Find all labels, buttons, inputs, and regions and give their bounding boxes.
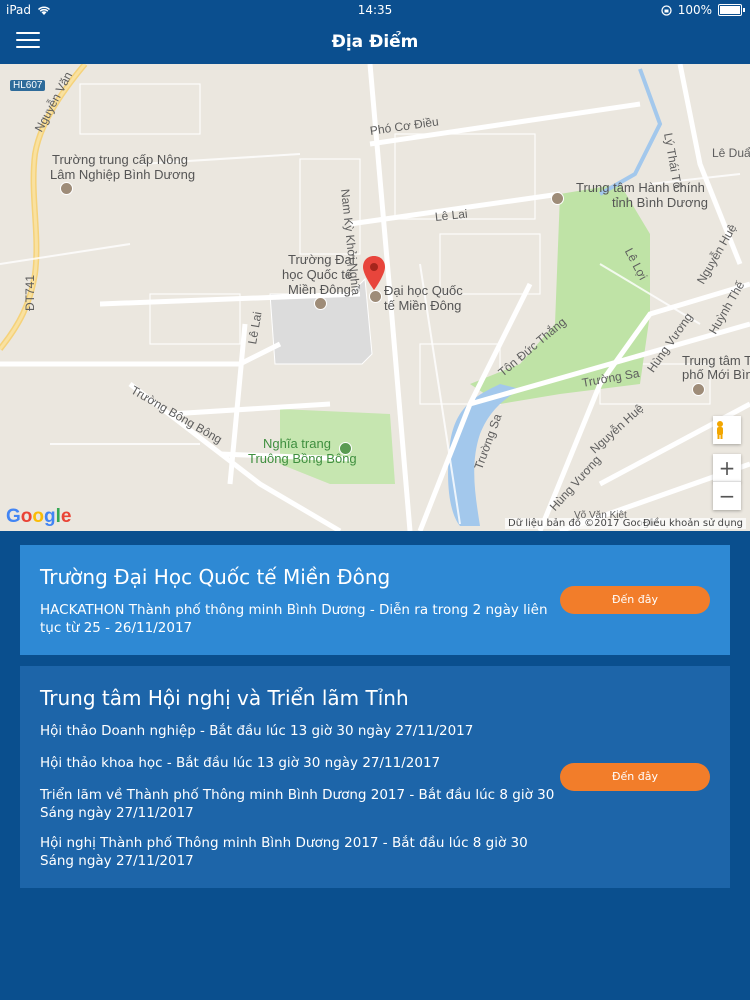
street-view-pegman-icon[interactable] xyxy=(713,416,741,444)
map-label-hl607: HL607 xyxy=(10,80,46,91)
google-logo: Google xyxy=(6,506,72,527)
map-label-le-duan: Lê Duẩn xyxy=(712,146,750,160)
directions-button[interactable]: Đến đây xyxy=(560,586,710,614)
map-label-dt741: ĐT741 xyxy=(23,274,37,311)
event-text: Triển lãm về Thành phố Thông minh Bình D… xyxy=(40,787,555,821)
event-text: Hội nghị Thành phố Thông minh Bình Dương… xyxy=(40,835,528,869)
location-title: Trung tâm Hội nghị và Triển lãm Tỉnh xyxy=(40,686,409,710)
map-label-truong-dai-hoc-3: Miền Đông xyxy=(288,282,351,297)
location-card: Trường Đại Học Quốc tế Miền Đông HACKATH… xyxy=(20,545,730,655)
poi-university-icon xyxy=(314,297,327,310)
battery-percent: 100% xyxy=(677,3,712,17)
directions-button[interactable]: Đến đây xyxy=(560,763,710,791)
status-time: 14:35 xyxy=(357,3,393,17)
map-label-trung-tam-pho-2: phố Mới Bìn xyxy=(682,367,750,382)
map-label-trung-tam-hanh-chinh-2: tỉnh Bình Dương xyxy=(612,195,709,210)
map-label-truong-trung-cap-2: Lâm Nghiệp Bình Dương xyxy=(50,167,196,182)
map-label-dai-hoc-marker-2: tế Miền Đông xyxy=(384,298,462,313)
location-card: Trung tâm Hội nghị và Triển lãm Tỉnh Hội… xyxy=(20,666,730,888)
battery-icon xyxy=(718,4,745,16)
map-label-truong-dai-hoc-2: học Quốc tế xyxy=(282,267,353,282)
map-terms-link[interactable]: Điều khoản sử dụng xyxy=(639,518,746,529)
poi-school-icon xyxy=(60,182,73,195)
page-title: Địa Điểm xyxy=(331,32,419,52)
zoom-out-button[interactable]: − xyxy=(713,481,741,510)
map-view[interactable]: HL607 Nguyễn Văn Trường trung cấp Nông L… xyxy=(0,64,750,531)
map-label-dai-hoc-marker-1: Đại học Quốc xyxy=(384,283,463,298)
zoom-in-button[interactable]: + xyxy=(713,454,741,482)
poi-center-icon xyxy=(692,383,705,396)
status-bar: iPad 14:35 100% xyxy=(0,0,750,20)
event-text: HACKATHON Thành phố thông minh Bình Dươn… xyxy=(40,602,548,636)
location-pin-icon[interactable] xyxy=(362,256,386,292)
event-text: Hội thảo khoa học - Bắt đầu lúc 13 giờ 3… xyxy=(40,755,441,771)
nav-bar: Địa Điểm xyxy=(0,20,750,64)
map-attribution: Dữ liệu bản đồ ©2017 Google xyxy=(505,518,661,529)
poi-university-marker-icon xyxy=(369,290,382,303)
poi-cemetery-icon xyxy=(339,442,352,455)
poi-government-icon xyxy=(551,192,564,205)
rotation-lock-icon xyxy=(661,4,672,16)
map-label-trung-tam-pho-1: Trung tâm T xyxy=(682,353,750,368)
map-label-nghia-trang-1: Nghĩa trang xyxy=(263,436,331,451)
map-label-truong-trung-cap-1: Trường trung cấp Nông xyxy=(52,152,188,167)
map-label-truong-dai-hoc-1: Trường Đại xyxy=(288,252,355,267)
event-text: Hội thảo Doanh nghiệp - Bắt đầu lúc 13 g… xyxy=(40,723,474,739)
map-label-trung-tam-hanh-chinh-1: Trung tâm Hành chính xyxy=(576,180,705,195)
location-title: Trường Đại Học Quốc tế Miền Đông xyxy=(40,565,391,589)
